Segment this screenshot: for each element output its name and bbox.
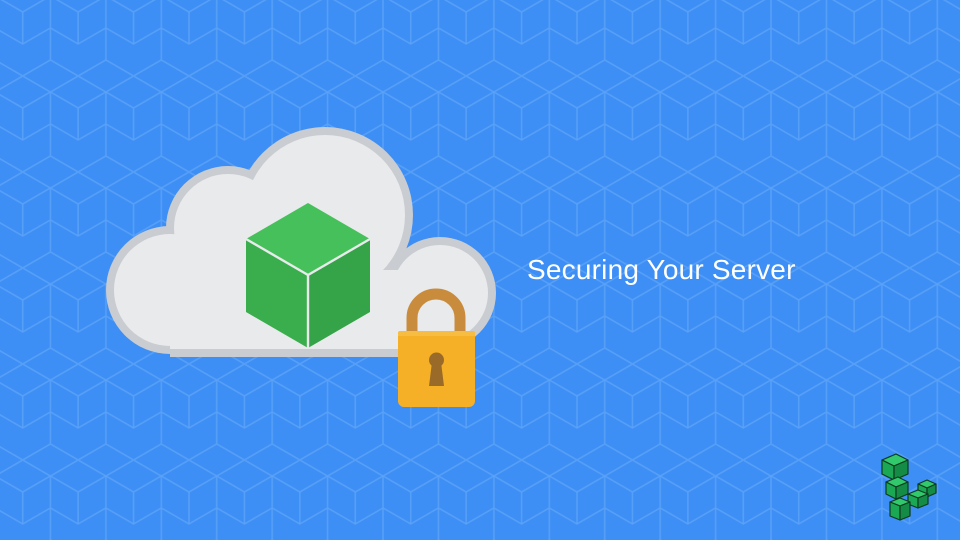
linode-logo-icon [881,453,937,521]
banner: Securing Your Server [0,0,960,540]
page-title: Securing Your Server [527,254,796,285]
security-illustration [106,127,496,407]
